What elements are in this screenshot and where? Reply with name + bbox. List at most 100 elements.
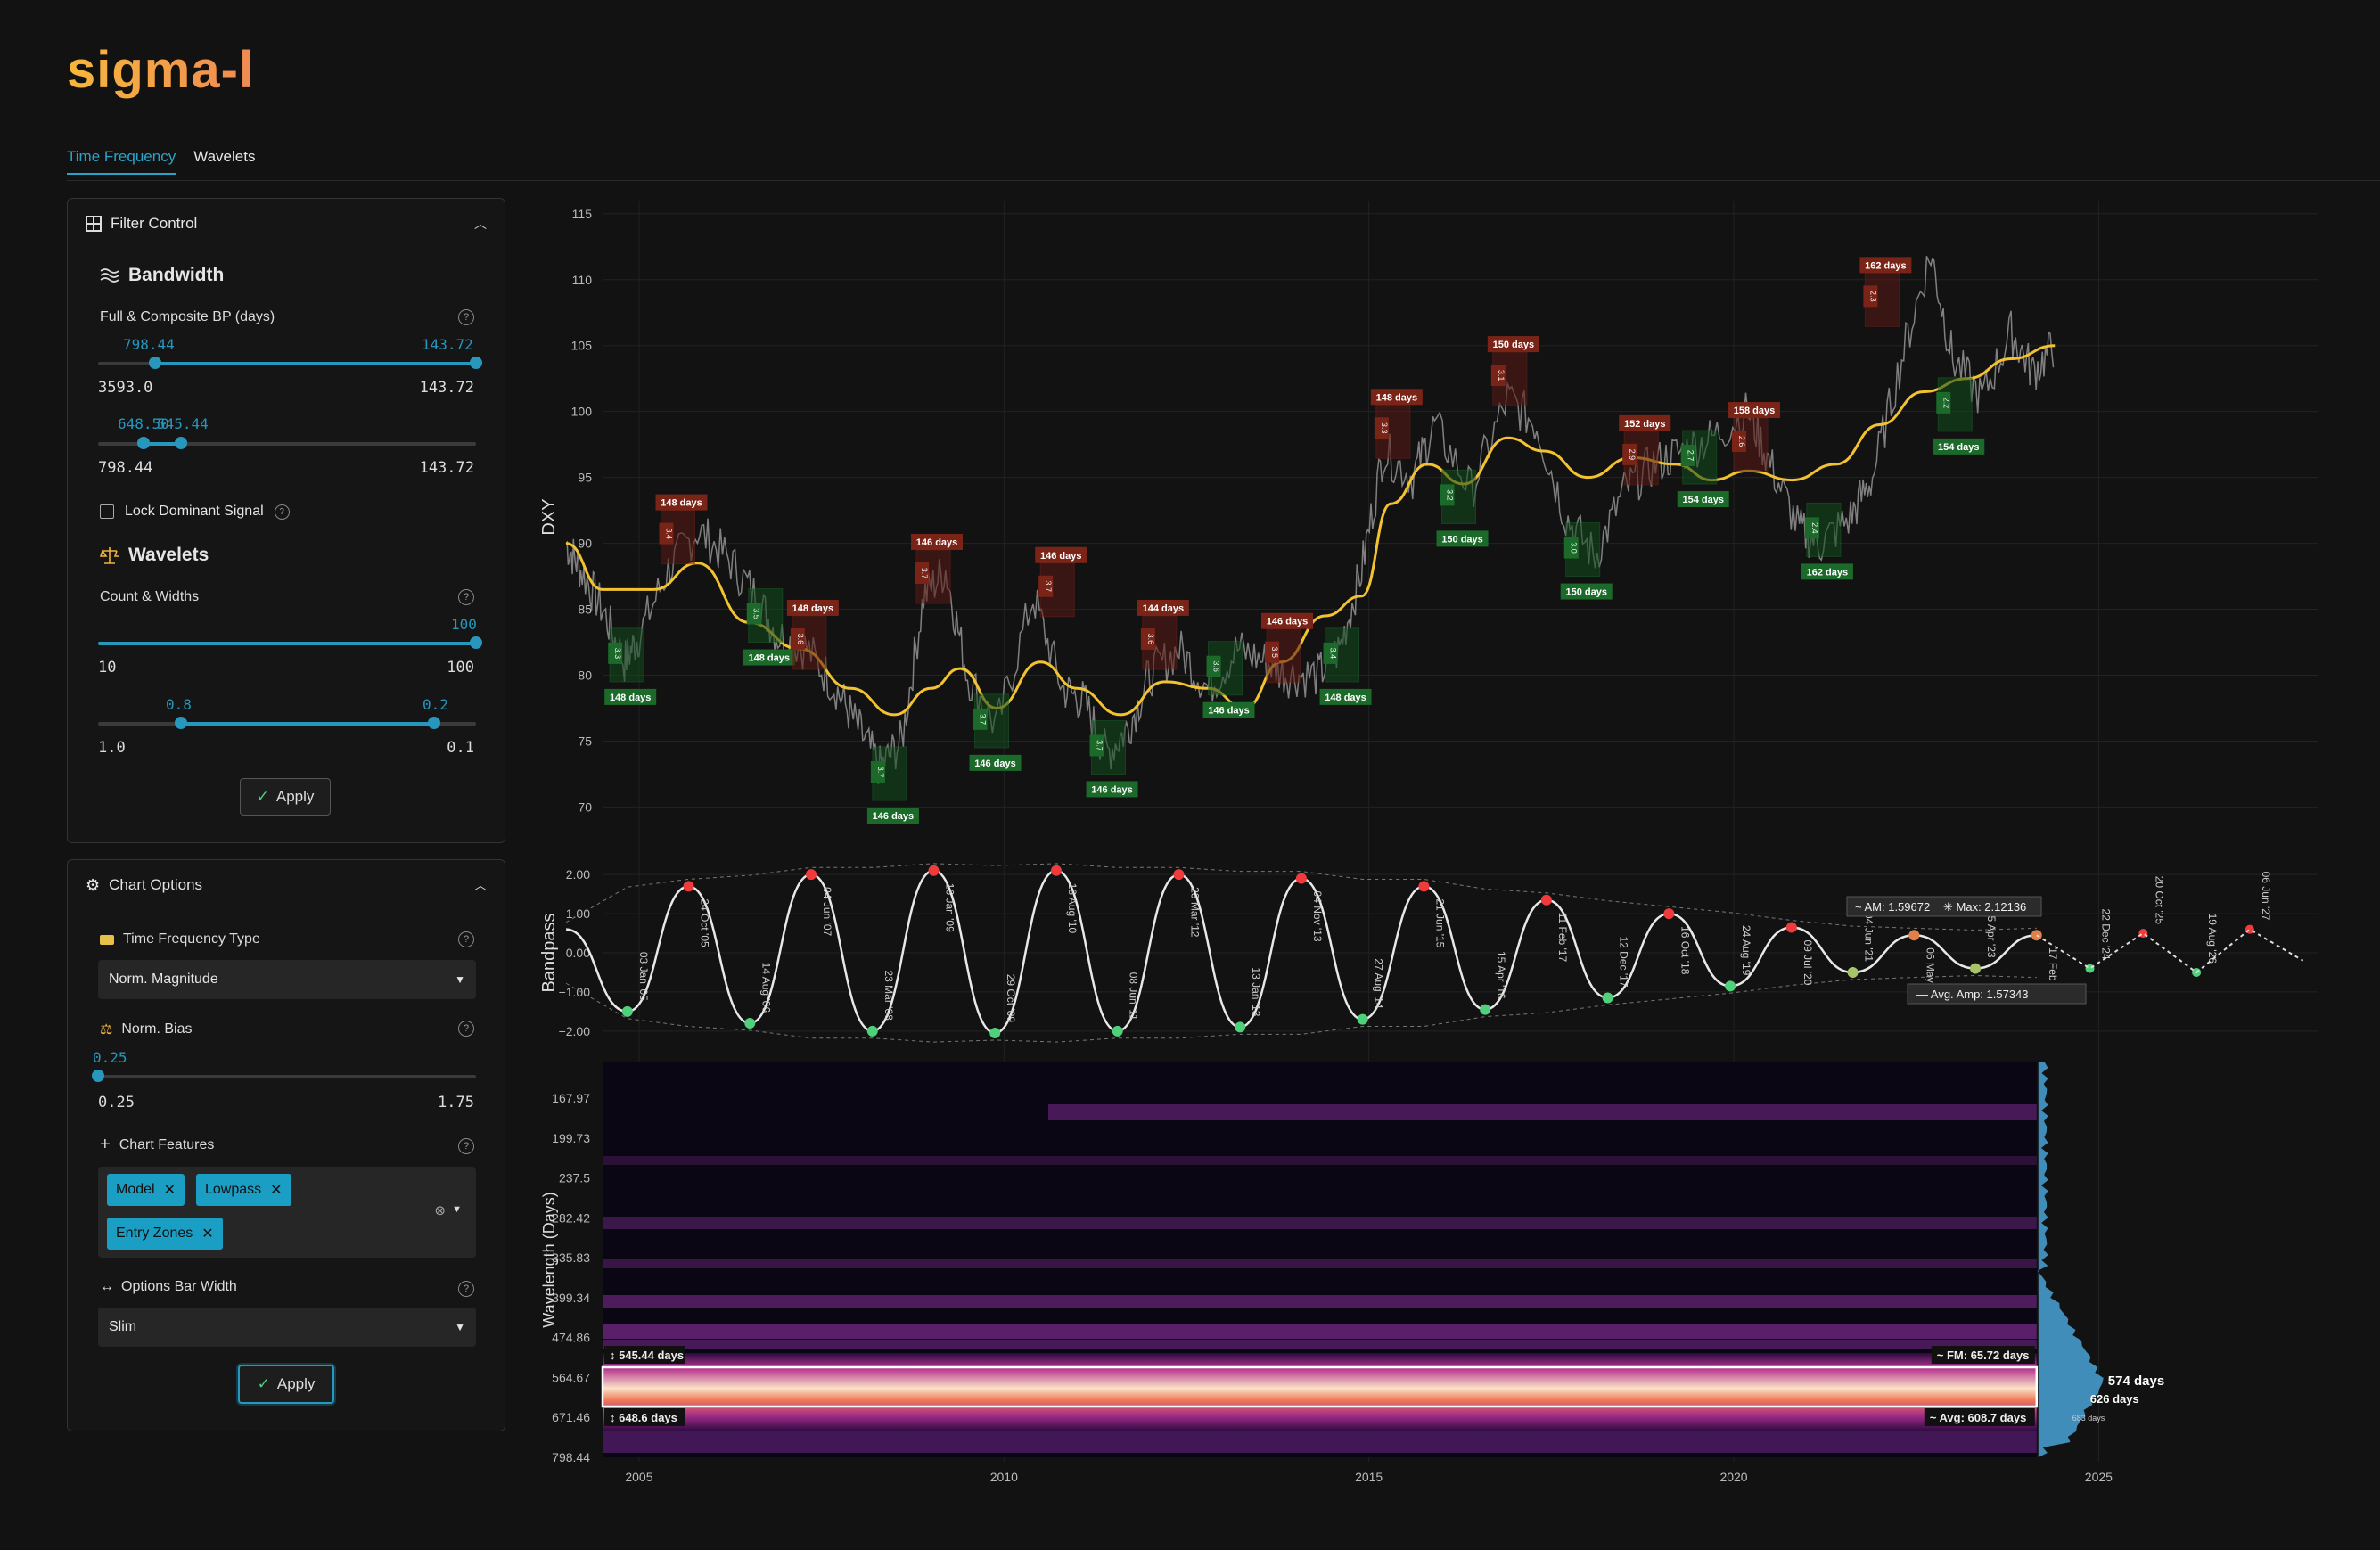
composite-range-slider[interactable]	[98, 437, 476, 449]
cycle-date-label: 11 Feb '17	[1556, 913, 1569, 963]
chevron-up-icon[interactable]: ︿	[474, 215, 487, 233]
zone-label: 146 days	[1091, 784, 1132, 795]
cycle-date-label: 03 Jan '05	[637, 952, 650, 1001]
zone-strength-label: 3.4	[1329, 648, 1338, 660]
y-axis-label: Wavelength (Days)	[540, 1192, 558, 1327]
lock-dominant-row[interactable]: Lock Dominant Signal ?	[100, 504, 290, 520]
help-icon[interactable]: ?	[458, 1281, 474, 1297]
histogram-peak-label: 683 days	[2072, 1414, 2105, 1423]
zone-label: 148 days	[792, 603, 833, 614]
x-axis: 2005 2010 2015 2020 2025	[625, 1470, 2113, 1484]
zone-strength-label: 3.4	[664, 528, 673, 539]
x-tick-label: 2010	[990, 1470, 1018, 1484]
zone-label: 146 days	[873, 811, 914, 822]
zone-label: 150 days	[1493, 340, 1534, 350]
y-tick-label: 100	[571, 405, 593, 419]
tab-time-frequency[interactable]: Time Frequency	[67, 148, 176, 175]
slider-handle-high[interactable]	[470, 357, 482, 369]
y-tick-label: 167.97	[552, 1091, 590, 1105]
y-tick-label: 474.86	[552, 1331, 590, 1345]
slider-handle-low[interactable]	[136, 437, 150, 449]
norm-bias-value: 0.25	[93, 1049, 127, 1066]
slider-handle[interactable]	[92, 1070, 104, 1082]
bar-width-label: Options Bar Width	[121, 1279, 237, 1294]
filter-control-title: Filter Control	[111, 215, 198, 232]
app-logo: sigma-l	[67, 41, 255, 99]
y-axis-label: Bandpass	[539, 914, 559, 993]
composite-slider-high-value: 545.44	[157, 415, 209, 432]
slider-handle-low[interactable]	[148, 357, 161, 369]
zone-label: 148 days	[661, 498, 702, 509]
cycle-date-label: 08 Jun '11	[1128, 972, 1140, 1021]
norm-bias-max: 1.75	[438, 1094, 474, 1111]
slider-handle-high[interactable]	[175, 437, 188, 449]
chip-lowpass[interactable]: Lowpass ✕	[196, 1174, 291, 1206]
tab-wavelets[interactable]: Wavelets	[193, 148, 255, 175]
chip-entry-zones[interactable]: Entry Zones ✕	[107, 1218, 223, 1250]
y-tick-label: 80	[578, 668, 592, 683]
help-icon[interactable]: ?	[458, 309, 474, 325]
close-icon[interactable]: ✕	[201, 1225, 213, 1242]
heatmap-band	[603, 1324, 2037, 1339]
chart-apply-button[interactable]: ✓ Apply	[238, 1365, 334, 1404]
filter-control-panel: Filter Control ︿ Bandwidth Full & Compos…	[67, 198, 505, 843]
bp-slider-min: 3593.0	[98, 379, 153, 397]
help-icon[interactable]: ?	[458, 1138, 474, 1154]
norm-bias-label-row: ⚖ Norm. Bias	[100, 1021, 192, 1038]
x-tick-label: 2020	[1719, 1470, 1747, 1484]
help-icon[interactable]: ?	[458, 589, 474, 605]
chart-features-label: Chart Features	[119, 1136, 215, 1152]
chart-options-header[interactable]: ⚙ Chart Options ︿	[68, 860, 505, 910]
slider-handle-low[interactable]	[175, 717, 188, 729]
cycle-date-label: 27 Aug '14	[1373, 958, 1385, 1009]
chart-features-multiselect[interactable]: Model ✕ Lowpass ✕ Entry Zones ✕ ⊗ ▼	[98, 1167, 476, 1258]
cycle-date-label: 24 Oct '05	[699, 898, 711, 947]
count-slider[interactable]	[98, 636, 482, 649]
waves-icon	[100, 268, 119, 283]
norm-bias-slider[interactable]	[92, 1070, 476, 1082]
band-upper-label: ↕ 545.44 days	[610, 1349, 684, 1362]
zone-label: 152 days	[1624, 419, 1665, 430]
help-icon[interactable]: ?	[274, 504, 290, 520]
tf-type-select[interactable]: Norm. Magnitude ▼	[98, 960, 476, 999]
help-icon[interactable]: ?	[458, 1021, 474, 1037]
trough-marker	[866, 1025, 878, 1037]
tf-type-label-row: Time Frequency Type	[100, 931, 260, 947]
zone-strength-label: 2.9	[1628, 449, 1637, 461]
peak-marker	[1663, 908, 1675, 920]
bar-width-select[interactable]: Slim ▼	[98, 1308, 476, 1347]
y-tick-label: 671.46	[552, 1410, 590, 1424]
chip-model[interactable]: Model ✕	[107, 1174, 185, 1206]
y-tick-label: 95	[578, 471, 592, 485]
caret-down-icon[interactable]: ▼	[452, 1204, 462, 1215]
tf-type-value: Norm. Magnitude	[109, 972, 218, 987]
close-icon[interactable]: ✕	[270, 1181, 282, 1199]
filter-apply-button[interactable]: ✓ Apply	[240, 778, 331, 816]
chip-label: Lowpass	[205, 1182, 262, 1197]
slider-handle-high[interactable]	[428, 717, 441, 729]
x-tick-label: 2025	[2085, 1470, 2113, 1484]
zone-strength-label: 3.1	[1497, 370, 1506, 381]
zone-label: 162 days	[1865, 260, 1906, 271]
heatmap-band	[603, 1431, 2037, 1453]
lock-dominant-checkbox[interactable]	[100, 504, 114, 519]
zone-label: 154 days	[1938, 442, 1979, 453]
y-tick-label: 115	[572, 207, 593, 221]
clear-all-icon[interactable]: ⊗	[434, 1202, 446, 1218]
close-icon[interactable]: ✕	[164, 1181, 176, 1199]
zone-label: 146 days	[916, 537, 957, 548]
y-tick-label: 2.00	[566, 867, 590, 882]
chart-area[interactable]: 707580859095100105110115DXY 3.4148 days3.…	[535, 0, 2380, 1550]
width-range-slider[interactable]	[98, 717, 476, 729]
help-icon[interactable]: ?	[458, 931, 474, 947]
norm-bias-label: Norm. Bias	[121, 1021, 193, 1037]
bp-range-slider[interactable]	[98, 357, 482, 369]
chevron-up-icon[interactable]: ︿	[474, 876, 487, 894]
filter-control-header[interactable]: Filter Control ︿	[68, 199, 505, 249]
heatmap-chart: 167.97199.73237.5282.42335.83399.34474.8…	[540, 1062, 2164, 1464]
zone-strength-label: 3.3	[613, 648, 622, 660]
heatmap-band	[603, 1259, 2037, 1268]
cycle-date-label: 12 Dec '17	[1618, 937, 1630, 988]
cycle-date-label: 24 Aug '19	[1740, 925, 1752, 976]
slider-handle[interactable]	[470, 636, 482, 649]
